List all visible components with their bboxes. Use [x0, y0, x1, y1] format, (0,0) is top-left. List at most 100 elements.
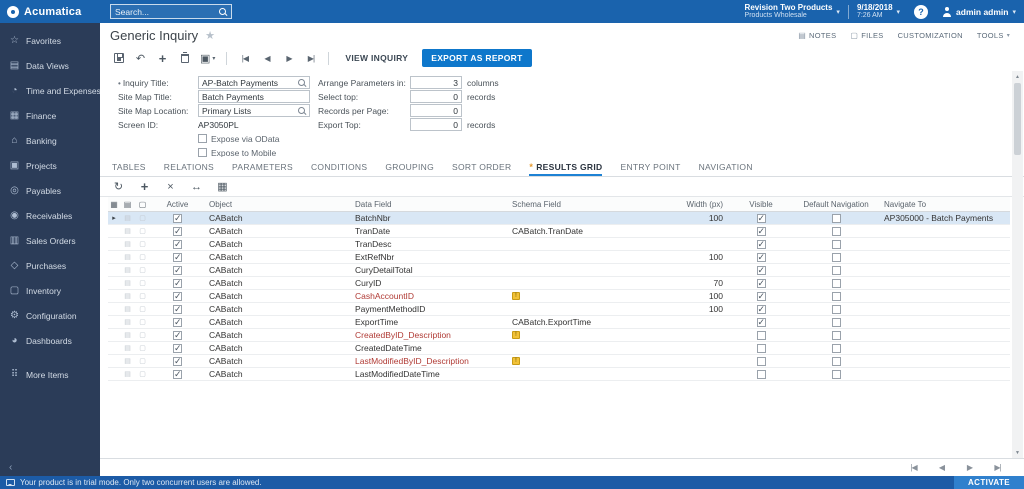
column-header-navigate-to[interactable]: Navigate To	[878, 197, 1010, 211]
note-icon[interactable]: ▤	[120, 251, 135, 263]
field-site-map-location[interactable]: Primary Lists	[198, 104, 310, 117]
active-checkbox[interactable]	[173, 357, 182, 366]
page-previous-button[interactable]: ◀	[935, 460, 948, 476]
file-icon[interactable]: ▢	[135, 342, 150, 354]
lookup-icon[interactable]	[298, 107, 306, 115]
table-row[interactable]: ▤▢CABatchTranDateCABatch.TranDate	[108, 225, 1010, 238]
default-navigation-checkbox[interactable]	[832, 240, 841, 249]
visible-checkbox[interactable]	[757, 266, 766, 275]
default-navigation-checkbox[interactable]	[832, 318, 841, 327]
table-row[interactable]: ▤▢CABatchCreatedDateTime	[108, 342, 1010, 355]
table-row[interactable]: ▤▢CABatchCuryID70	[108, 277, 1010, 290]
sidebar-item-configuration[interactable]: ⚙Configuration	[0, 303, 100, 328]
active-checkbox[interactable]	[173, 240, 182, 249]
delete-button[interactable]	[178, 50, 191, 66]
checkbox-expose-via-odata[interactable]: Expose via OData	[198, 134, 280, 144]
table-row[interactable]: ▤▢CABatchCuryDetailTotal	[108, 264, 1010, 277]
field-records-per-page[interactable]: 0	[410, 104, 462, 117]
note-icon[interactable]: ▤	[120, 264, 135, 276]
checkbox-expose-to-mobile[interactable]: Expose to Mobile	[198, 148, 276, 158]
file-icon[interactable]: ▢	[135, 368, 150, 380]
column-header-width-px[interactable]: Width (px)	[686, 197, 728, 211]
sidebar-item-data-views[interactable]: ▤Data Views	[0, 53, 100, 78]
visible-checkbox[interactable]	[757, 305, 766, 314]
default-navigation-checkbox[interactable]	[832, 214, 841, 223]
view-inquiry-button[interactable]: VIEW INQUIRY	[340, 50, 413, 66]
field-arrange-parameters-in[interactable]: 3	[410, 76, 462, 89]
visible-checkbox[interactable]	[757, 240, 766, 249]
column-header-object[interactable]: Object	[205, 197, 351, 211]
active-checkbox[interactable]	[173, 279, 182, 288]
note-icon[interactable]: ▤	[120, 329, 135, 341]
active-checkbox[interactable]	[173, 370, 182, 379]
table-row[interactable]: ▤▢CABatchExtRefNbr100	[108, 251, 1010, 264]
scroll-up-icon[interactable]: ▲	[1012, 71, 1023, 82]
note-icon[interactable]: ▤	[120, 303, 135, 315]
visible-checkbox[interactable]	[757, 318, 766, 327]
export-grid-button[interactable]: ▦	[216, 179, 229, 195]
sidebar-item-banking[interactable]: ⌂Banking	[0, 128, 100, 153]
sidebar-item-dashboards[interactable]: ◕Dashboards	[0, 328, 100, 353]
scroll-down-icon[interactable]: ▼	[1012, 447, 1023, 458]
visible-checkbox[interactable]	[757, 370, 766, 379]
field-inquiry-title[interactable]: AP-Batch Payments	[198, 76, 310, 89]
default-navigation-checkbox[interactable]	[832, 266, 841, 275]
tab-relations[interactable]: RELATIONS	[164, 157, 214, 176]
column-header-schema-field[interactable]: Schema Field	[508, 197, 686, 211]
column-header-active[interactable]: Active	[150, 197, 205, 211]
global-search-box[interactable]	[110, 4, 232, 19]
visible-checkbox[interactable]	[757, 279, 766, 288]
visible-checkbox[interactable]	[757, 214, 766, 223]
page-next-button[interactable]: ▶	[963, 460, 976, 476]
active-checkbox[interactable]	[173, 305, 182, 314]
default-navigation-checkbox[interactable]	[832, 305, 841, 314]
active-checkbox[interactable]	[173, 214, 182, 223]
visible-checkbox[interactable]	[757, 227, 766, 236]
checkbox[interactable]	[198, 148, 207, 157]
tab-entry-point[interactable]: ENTRY POINT	[620, 157, 680, 176]
tab-results-grid[interactable]: *RESULTS GRID	[529, 157, 602, 176]
file-icon[interactable]: ▢	[135, 355, 150, 367]
file-icon[interactable]: ▢	[135, 277, 150, 289]
page-link-customization[interactable]: CUSTOMIZATION	[898, 31, 963, 40]
sidebar-collapse-button[interactable]: ‹	[0, 459, 100, 476]
undo-button[interactable]: ↶	[134, 50, 147, 66]
tab-navigation[interactable]: NAVIGATION	[699, 157, 753, 176]
file-icon[interactable]: ▢	[135, 225, 150, 237]
default-navigation-checkbox[interactable]	[832, 253, 841, 262]
export-as-report-button[interactable]: EXPORT AS REPORT	[422, 49, 531, 67]
file-icon[interactable]: ▢	[135, 290, 150, 302]
help-button[interactable]: ?	[914, 5, 928, 19]
visible-checkbox[interactable]	[757, 292, 766, 301]
company-selector[interactable]: Revision Two Products Products Wholesale…	[737, 0, 848, 23]
fit-columns-button[interactable]: ↔	[190, 179, 203, 195]
sidebar-item-receivables[interactable]: ◉Receivables	[0, 203, 100, 228]
default-navigation-checkbox[interactable]	[832, 370, 841, 379]
visible-checkbox[interactable]	[757, 253, 766, 262]
page-link-files[interactable]: ▢FILES	[850, 31, 883, 40]
file-icon[interactable]: ▢	[135, 212, 150, 224]
active-checkbox[interactable]	[173, 227, 182, 236]
page-link-tools[interactable]: TOOLS▾	[977, 31, 1010, 40]
go-previous-button[interactable]: ◀	[260, 50, 273, 66]
tab-sort-order[interactable]: SORT ORDER	[452, 157, 511, 176]
tab-parameters[interactable]: PARAMETERS	[232, 157, 293, 176]
user-menu[interactable]: admin admin ▾	[934, 0, 1024, 23]
table-row[interactable]: ▸▤▢CABatchBatchNbr100AP305000 - Batch Pa…	[108, 212, 1010, 225]
add-row-button[interactable]: +	[138, 179, 151, 195]
page-link-notes[interactable]: ▤NOTES	[798, 31, 836, 40]
column-header-default-navigation[interactable]: Default Navigation	[794, 197, 878, 211]
note-icon[interactable]: ▤	[120, 290, 135, 302]
active-checkbox[interactable]	[173, 292, 182, 301]
note-icon[interactable]: ▤	[120, 368, 135, 380]
file-icon[interactable]: ▢	[135, 316, 150, 328]
add-new-button[interactable]: +	[156, 50, 169, 66]
default-navigation-checkbox[interactable]	[832, 344, 841, 353]
active-checkbox[interactable]	[173, 266, 182, 275]
default-navigation-checkbox[interactable]	[832, 279, 841, 288]
tab-conditions[interactable]: CONDITIONS	[311, 157, 367, 176]
column-header-visible[interactable]: Visible	[728, 197, 794, 211]
note-icon[interactable]: ▤	[120, 225, 135, 237]
scrollbar-thumb[interactable]	[1014, 83, 1021, 155]
sidebar-item-finance[interactable]: ▦Finance	[0, 103, 100, 128]
